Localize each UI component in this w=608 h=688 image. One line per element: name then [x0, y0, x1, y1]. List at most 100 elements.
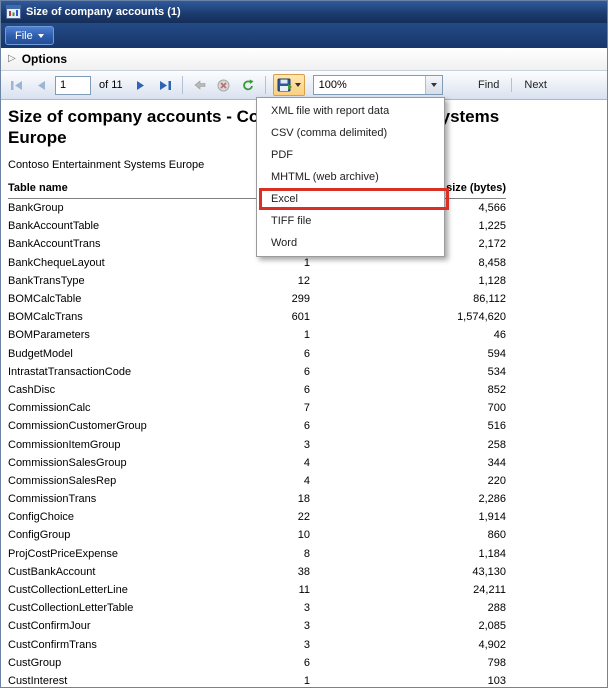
window-title: Size of company accounts (1) [26, 6, 181, 18]
zoom-select[interactable]: 100% [313, 75, 443, 95]
record-count-cell: 4 [253, 475, 310, 487]
export-menu-item[interactable]: TIFF file [257, 210, 444, 232]
export-menu-item[interactable]: MHTML (web archive) [257, 166, 444, 188]
size-bytes-cell: 344 [310, 457, 506, 469]
record-count-cell: 7 [253, 402, 310, 414]
export-menu-item[interactable]: Excel [257, 188, 444, 210]
table-row: BOMParameters 1 46 [8, 326, 506, 344]
last-page-icon [158, 80, 172, 91]
export-menu-item[interactable]: PDF [257, 144, 444, 166]
record-count-cell: 22 [253, 511, 310, 523]
table-name-cell: CommissionCalc [8, 402, 253, 414]
size-bytes-cell: 2,286 [310, 493, 506, 505]
table-row: CustConfirmTrans 3 4,902 [8, 636, 506, 654]
application-window: Size of company accounts (1) File ▷ Opti… [0, 0, 608, 688]
table-name-cell: IntrastatTransactionCode [8, 366, 253, 378]
table-name-cell: CashDisc [8, 384, 253, 396]
record-count-cell: 3 [253, 439, 310, 451]
record-count-cell: 1 [253, 257, 310, 269]
size-bytes-cell: 860 [310, 529, 506, 541]
last-page-button[interactable] [155, 75, 175, 95]
size-bytes-cell: 24,211 [310, 584, 506, 596]
export-menu-item[interactable]: XML file with report data [257, 100, 444, 122]
export-menu-item[interactable]: CSV (comma delimited) [257, 122, 444, 144]
page-number-input[interactable] [55, 76, 91, 95]
table-row: ConfigChoice 22 1,914 [8, 508, 506, 526]
table-name-cell: CustInterest [8, 675, 253, 687]
size-bytes-cell: 700 [310, 402, 506, 414]
size-bytes-cell: 852 [310, 384, 506, 396]
size-bytes-cell: 534 [310, 366, 506, 378]
table-row: CustCollectionLetterTable 3 288 [8, 599, 506, 617]
record-count-cell: 299 [253, 293, 310, 305]
table-row: CustGroup 6 798 [8, 654, 506, 672]
first-page-icon [10, 80, 24, 91]
record-count-cell: 10 [253, 529, 310, 541]
size-bytes-cell: 46 [310, 329, 506, 341]
menu-strip: File [1, 23, 607, 48]
stop-icon [217, 79, 230, 92]
table-row: ConfigGroup 10 860 [8, 526, 506, 544]
table-row: CommissionCalc 7 700 [8, 399, 506, 417]
export-menu-item-label: XML file with report data [271, 105, 389, 117]
refresh-button[interactable] [238, 75, 258, 95]
table-row: CommissionItemGroup 3 258 [8, 435, 506, 453]
record-count-cell: 18 [253, 493, 310, 505]
find-next-separator [511, 78, 512, 92]
zoom-dropdown-arrow-icon[interactable] [425, 76, 442, 94]
table-row: BankTransType 12 1,128 [8, 272, 506, 290]
file-menu-button[interactable]: File [5, 26, 54, 45]
first-page-button[interactable] [7, 75, 27, 95]
export-button[interactable] [273, 74, 305, 96]
size-bytes-cell: 1,128 [310, 275, 506, 287]
table-name-cell: BOMCalcTrans [8, 311, 253, 323]
record-count-cell: 6 [253, 366, 310, 378]
record-count-cell: 6 [253, 384, 310, 396]
page-count-label: of 11 [99, 79, 123, 91]
table-name-cell: BankTransType [8, 275, 253, 287]
table-name-cell: BankChequeLayout [8, 257, 253, 269]
table-row: BudgetModel 6 594 [8, 345, 506, 363]
record-count-cell: 3 [253, 620, 310, 632]
report-window-icon [6, 5, 21, 19]
back-arrow-icon [193, 79, 207, 91]
table-name-cell: CustBankAccount [8, 566, 253, 578]
size-bytes-cell: 86,112 [310, 293, 506, 305]
table-row: CustCollectionLetterLine 11 24,211 [8, 581, 506, 599]
table-name-cell: BOMParameters [8, 329, 253, 341]
options-label: Options [22, 52, 67, 66]
table-row: CommissionTrans 18 2,286 [8, 490, 506, 508]
size-bytes-cell: 594 [310, 348, 506, 360]
record-count-cell: 1 [253, 675, 310, 687]
record-count-cell: 11 [253, 584, 310, 596]
size-bytes-cell: 1,914 [310, 511, 506, 523]
stop-rendering-button[interactable] [214, 75, 234, 95]
table-name-cell: BankAccountTrans [8, 238, 253, 250]
table-row: CashDisc 6 852 [8, 381, 506, 399]
refresh-icon [241, 79, 255, 92]
toolbar-separator [265, 76, 266, 94]
find-button[interactable]: Find [470, 79, 507, 91]
record-count-cell: 6 [253, 348, 310, 360]
export-dropdown-caret-icon [295, 83, 301, 87]
record-count-cell: 3 [253, 639, 310, 651]
table-row: CustInterest 1 103 [8, 672, 506, 688]
table-name-cell: CustConfirmJour [8, 620, 253, 632]
next-page-button[interactable] [131, 75, 151, 95]
record-count-cell: 4 [253, 457, 310, 469]
find-next-button[interactable]: Next [516, 79, 555, 91]
table-row: CommissionSalesRep 4 220 [8, 472, 506, 490]
size-bytes-cell: 516 [310, 420, 506, 432]
options-expander-icon[interactable]: ▷ [8, 54, 16, 64]
table-name-cell: CommissionTrans [8, 493, 253, 505]
size-bytes-cell: 2,085 [310, 620, 506, 632]
record-count-cell: 6 [253, 657, 310, 669]
export-menu-item-label: CSV (comma delimited) [271, 127, 387, 139]
export-menu-item[interactable]: Word [257, 232, 444, 254]
table-name-cell: BankGroup [8, 202, 253, 214]
previous-page-button[interactable] [31, 75, 51, 95]
options-bar[interactable]: ▷ Options [1, 48, 607, 71]
size-bytes-cell: 43,130 [310, 566, 506, 578]
back-to-parent-button[interactable] [190, 75, 210, 95]
size-bytes-cell: 220 [310, 475, 506, 487]
